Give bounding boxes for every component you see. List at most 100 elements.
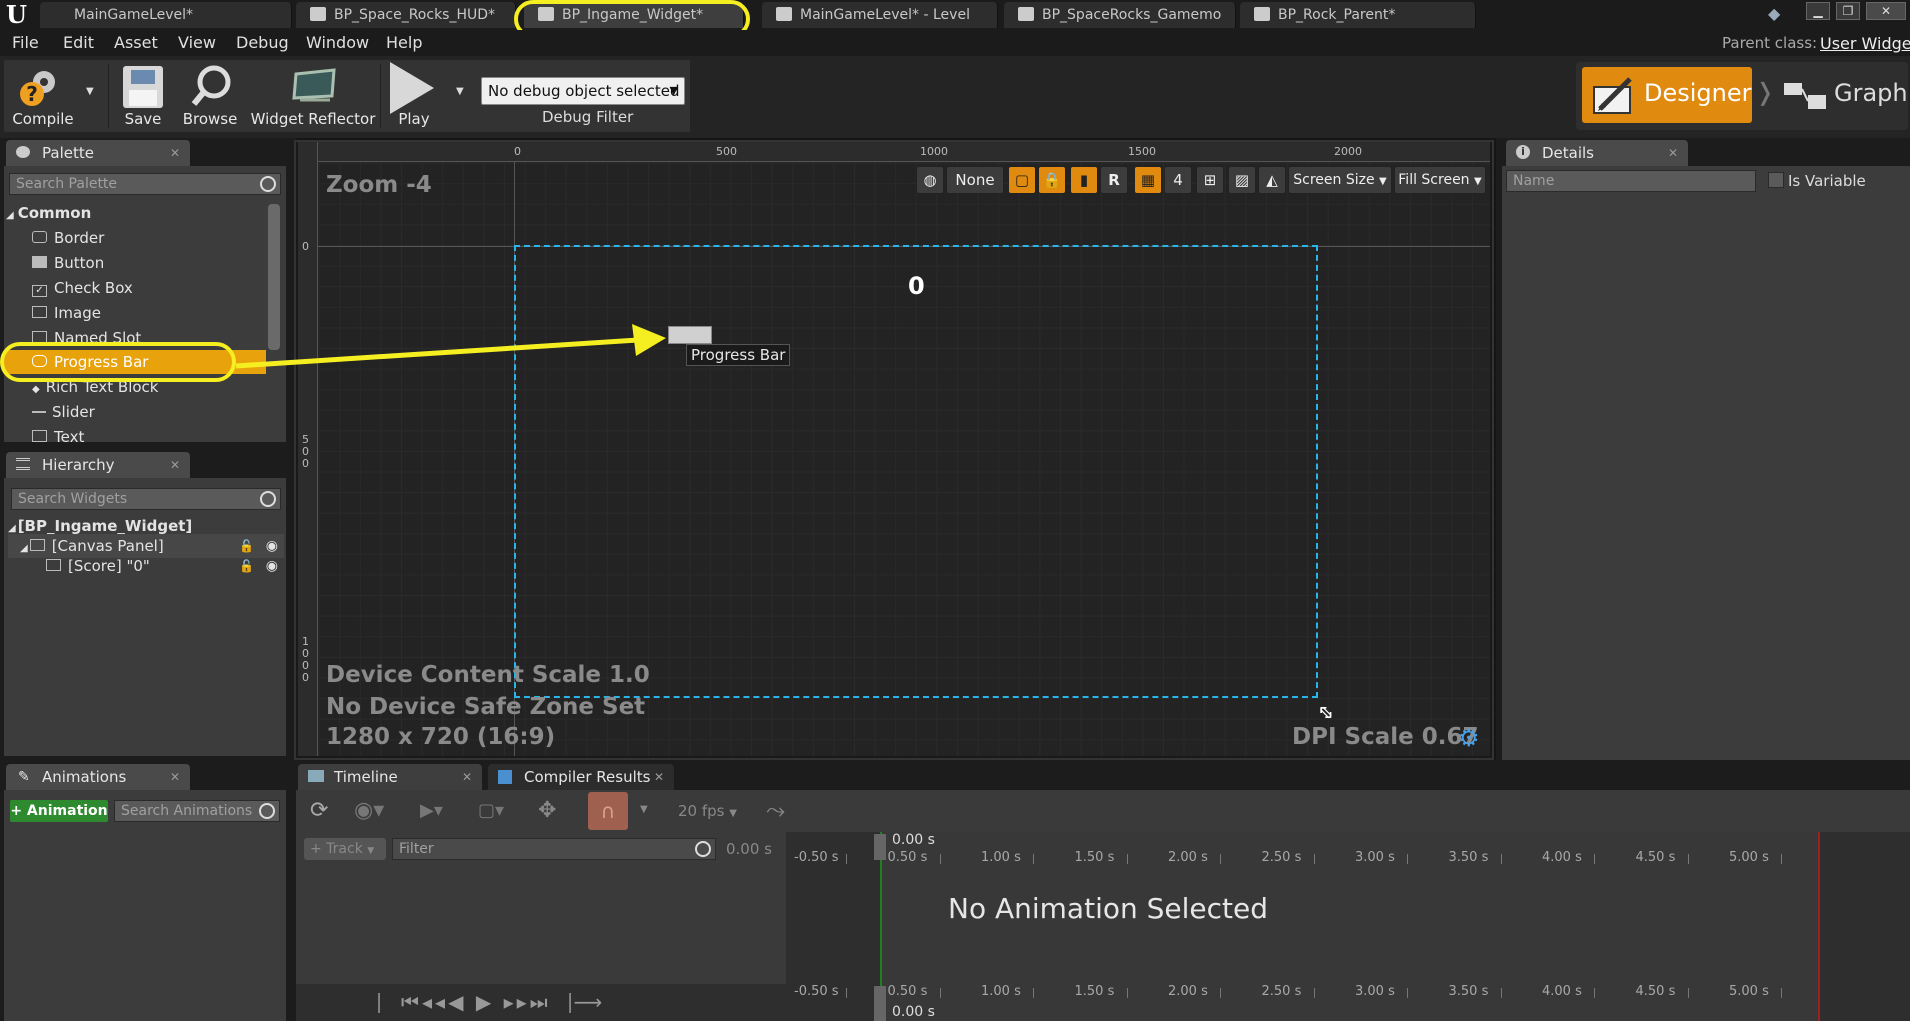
widget-reflector-button[interactable]: Widget Reflector [250,60,376,132]
selection-icon[interactable]: ▢▾ [478,800,504,821]
palette-item-text[interactable]: Text [32,425,262,442]
palette-tab[interactable]: Palette ✕ [6,140,190,166]
loop-icon[interactable]: ⟳ [310,798,328,823]
playback-buttons[interactable]: ⎸⏮◂◂◀ ▶ ▸▸⏭⎹⟶ [378,990,605,1014]
play-dropdown-icon[interactable]: ▼ [456,86,464,97]
minimize-button[interactable]: ▁ [1806,2,1830,20]
chevron-down-icon: ▼ [669,84,678,97]
zoom-to-fit-button[interactable]: ⊞ [1196,166,1224,194]
screen-size-select[interactable]: Screen Size ▼ [1288,166,1392,194]
close-button[interactable]: ✕ [1866,2,1906,20]
palette-search-input[interactable]: Search Palette [9,173,281,195]
play-button[interactable]: Play [384,60,444,132]
jump-to-end-icon[interactable]: ⏭⎹ [530,990,574,1014]
palette-item-button[interactable]: Button [32,251,262,275]
jump-to-start-icon[interactable]: ⎸⏮ [378,990,422,1014]
designer-mode-button[interactable]: Designer [1582,67,1752,123]
step-forward-icon[interactable]: ▸▸ [504,990,530,1014]
tab-space-rocks-hud[interactable]: BP_Space_Rocks_HUD* [296,2,516,28]
palette-item-label: Button [54,254,105,272]
add-animation-button[interactable]: + Animation [10,800,108,822]
palette-category-common[interactable]: ◢ Common [6,201,266,225]
close-icon[interactable]: ✕ [462,764,472,790]
parent-class-link[interactable]: User Widget [1820,34,1910,53]
hierarchy-tab-icon [16,458,30,470]
play-forward-icon[interactable]: ▶ [476,990,494,1014]
grid-size-select[interactable]: 4 [1164,166,1192,194]
timeline-tab[interactable]: Timeline ✕ [298,764,482,790]
menu-view[interactable]: View [178,33,216,52]
play-reverse-icon[interactable]: ◀ [448,990,466,1014]
magnet-snap-toggle[interactable]: ∩ [588,792,628,830]
is-variable-checkbox[interactable] [1768,172,1784,188]
curve-editor-icon[interactable]: ⤳ [766,796,785,824]
graph-mode-button[interactable]: Graph [1778,67,1908,123]
fill-screen-select[interactable]: Fill Screen ▼ [1394,166,1486,194]
ruler-label: 0 [514,145,521,158]
lock-icon[interactable]: 🔓 [239,554,254,578]
visibility-eye-icon[interactable]: ◉ [266,554,278,578]
chevron-down-icon: ▼ [1474,176,1482,187]
menu-asset[interactable]: Asset [114,33,158,52]
respect-locks-toggle[interactable]: ▮ [1070,166,1098,194]
lock-toggle[interactable]: 🔒 [1038,166,1066,194]
toolbar-divider [108,64,109,128]
close-icon[interactable]: ✕ [170,140,180,166]
close-icon[interactable]: ✕ [170,764,180,790]
animations-tab[interactable]: ✎ Animations ✕ [6,764,190,790]
loop-toggle-icon[interactable]: ⟶ [574,990,606,1014]
background-button[interactable]: ▨ [1228,166,1256,194]
unreal-logo-icon[interactable]: U [6,3,32,27]
dpi-settings-gear-icon[interactable]: ⚙ [1458,724,1480,752]
compile-button[interactable]: ? ▼ Compile [6,60,100,132]
score-text-widget[interactable]: 0 [908,272,925,300]
compile-dropdown-icon[interactable]: ▼ [86,86,94,97]
transform-icon[interactable]: ✥ [538,798,556,823]
menu-edit[interactable]: Edit [63,33,94,52]
hierarchy-tab[interactable]: Hierarchy ✕ [6,452,190,478]
flip-button[interactable]: ◭ [1258,166,1286,194]
snap-dropdown-icon[interactable]: ▼ [640,804,648,815]
hierarchy-score-text[interactable]: [Score] "0" 🔓 ◉ [8,554,284,578]
localization-select[interactable]: None [946,166,1004,194]
browse-button[interactable]: Browse [178,60,242,132]
palette-item-border[interactable]: Border [32,226,262,250]
save-button[interactable]: Save [116,60,170,132]
close-icon[interactable]: ✕ [654,764,664,790]
grid-snap-toggle[interactable]: ▦ [1134,166,1162,194]
globe-button[interactable]: ◍ [916,166,944,194]
widget-name-input[interactable]: Name [1506,170,1756,192]
menu-window[interactable]: Window [306,33,369,52]
compiler-results-tab[interactable]: Compiler Results ✕ [488,764,674,790]
palette-item-slider[interactable]: Slider [32,400,262,424]
current-time-field[interactable]: 0.00 s [726,840,772,858]
close-icon[interactable]: ✕ [170,452,180,478]
add-track-button[interactable]: + Track ▼ [304,838,386,860]
fps-select[interactable]: 20 fps ▼ [678,802,737,820]
details-tab[interactable]: i Details ✕ [1506,140,1688,166]
eye-icon[interactable]: ◉▾ [354,798,384,823]
playhead[interactable] [874,834,886,860]
close-icon[interactable]: ✕ [1668,140,1678,166]
tab-main-game-level[interactable]: MainGameLevel* [40,2,292,28]
widget-bounds[interactable] [514,245,1318,698]
source-control-icon[interactable]: ◆ [1768,4,1790,23]
menu-file[interactable]: File [12,33,39,52]
tab-main-game-level-level[interactable]: MainGameLevel* - Level [762,2,998,28]
tab-spacerocks-gamemode[interactable]: BP_SpaceRocks_Gamemo [1004,2,1236,28]
menu-help[interactable]: Help [386,33,422,52]
search-icon [695,841,711,857]
outline-toggle[interactable]: ▢ [1008,166,1036,194]
r-toggle[interactable]: R [1100,166,1128,194]
step-back-icon[interactable]: ◂◂ [422,990,448,1014]
hierarchy-search-input[interactable]: Search Widgets [11,488,281,510]
tab-rock-parent[interactable]: BP_Rock_Parent* [1240,2,1476,28]
track-filter-input[interactable]: Filter [392,838,716,860]
menu-debug[interactable]: Debug [236,33,289,52]
restore-button[interactable]: ❐ [1836,2,1860,20]
play-selection-icon[interactable]: ▶▾ [420,800,443,821]
animations-search-input[interactable]: Search Animations [114,800,280,822]
palette-item-check-box[interactable]: ✓ Check Box [32,276,262,300]
palette-item-image[interactable]: Image [32,301,262,325]
debug-object-select[interactable]: No debug object selected ▼ [481,77,685,105]
